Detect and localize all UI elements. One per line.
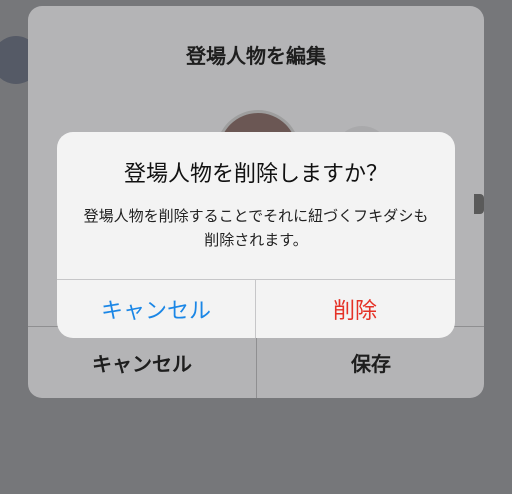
side-handle [474,194,484,214]
delete-confirm-alert: 登場人物を削除しますか？ 登場人物を削除することでそれに紐づくフキダシも削除され… [57,132,455,338]
alert-title: 登場人物を削除しますか？ [123,162,388,187]
alert-message: 登場人物を削除することでそれに紐づくフキダシも削除されます。 [83,207,429,249]
alert-cancel-button[interactable]: キャンセル [57,280,255,338]
sheet-title: 登場人物を編集 [186,44,326,68]
alert-delete-button[interactable]: 削除 [256,280,454,338]
